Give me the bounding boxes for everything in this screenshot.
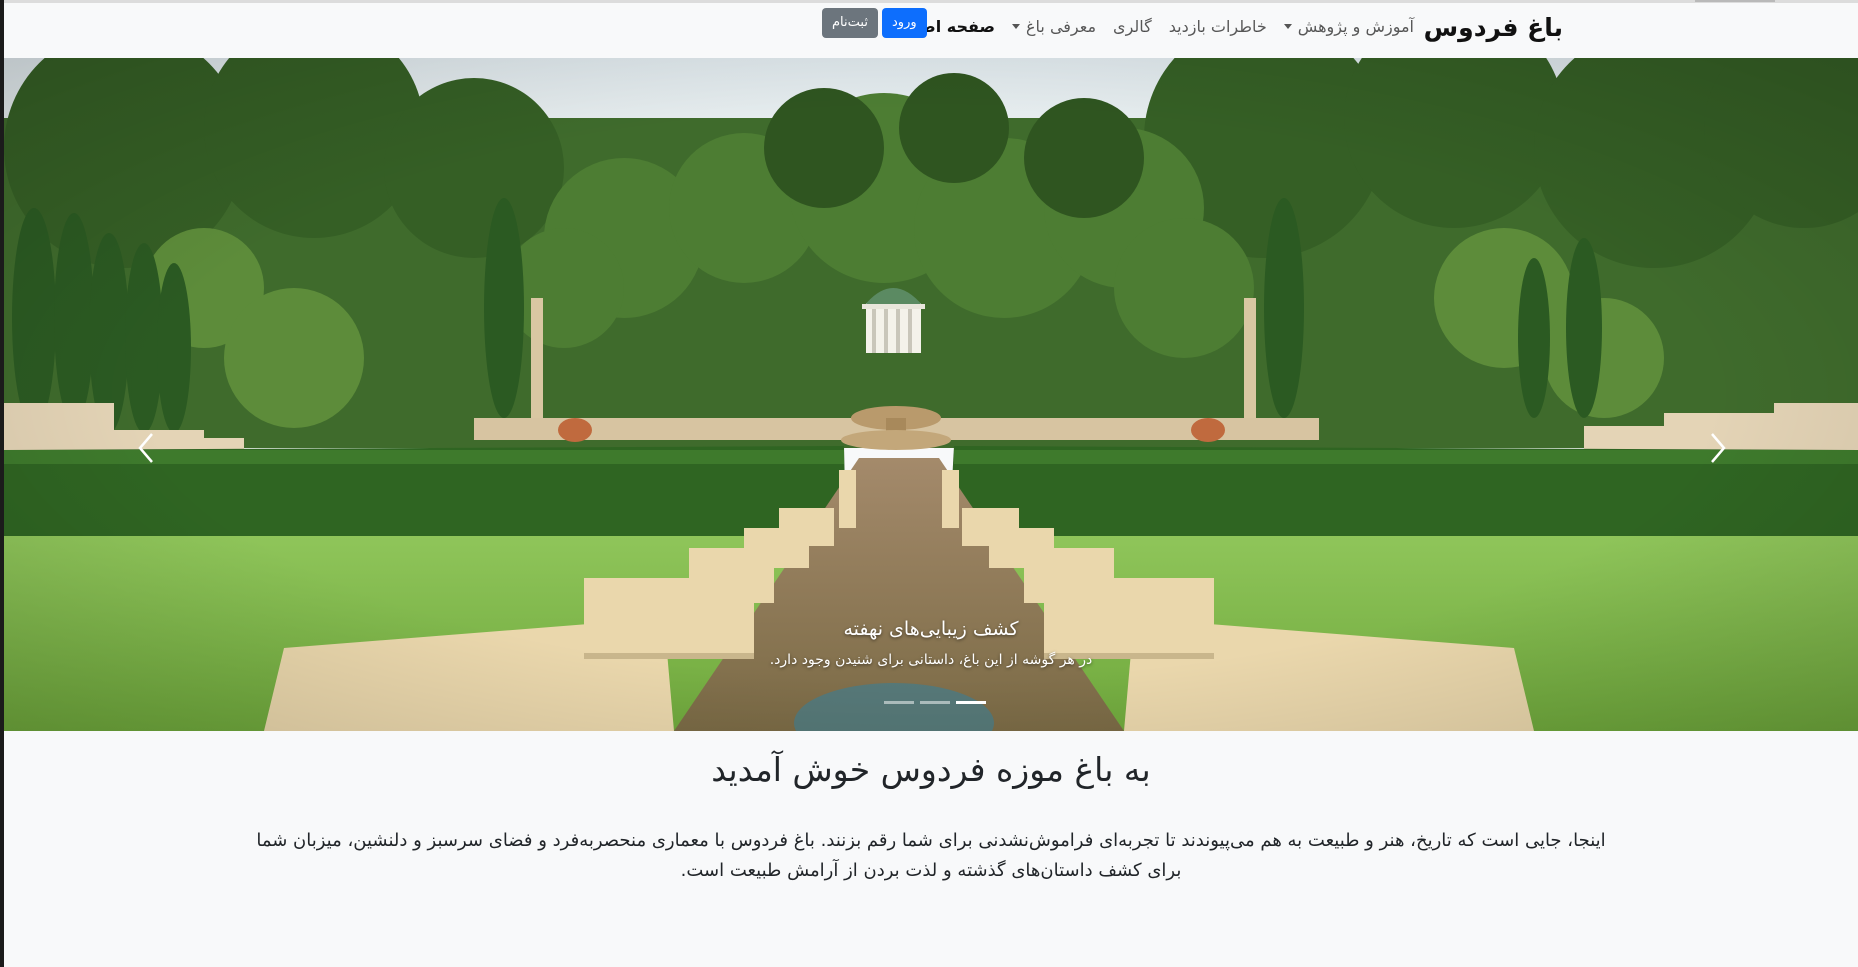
nav-item-about[interactable]: معرفی باغ: [1011, 17, 1097, 36]
carousel-caption-title: کشف زیبایی‌های نهفته: [843, 618, 1019, 640]
nav-item-label: خاطرات بازدید: [1168, 17, 1267, 36]
caret-down-icon: [1011, 24, 1020, 29]
welcome-text: اینجا، جایی است که تاریخ، هنر و طبیعت به…: [256, 830, 1606, 881]
nav-item-label: آموزش و پژوهش: [1297, 17, 1414, 36]
nav-item-label: معرفی باغ: [1025, 17, 1097, 36]
brand-logo[interactable]: باغ فردوس: [1424, 13, 1563, 42]
carousel-indicator-2[interactable]: [920, 701, 950, 704]
carousel-indicators: [881, 701, 989, 704]
carousel-next-button[interactable]: [1706, 428, 1730, 468]
scroll-indicator: [1695, 0, 1775, 2]
chevron-right-icon: [1711, 433, 1726, 463]
carousel-indicator-1[interactable]: [884, 701, 914, 704]
register-button[interactable]: ثبت‌نام: [822, 8, 878, 38]
nav-menu: صفحه اصلی معرفی باغ گالری خاطرات بازدید …: [881, 17, 1414, 36]
carousel-caption-text: در هر گوشه از این باغ، داستانی برای شنید…: [769, 652, 1093, 668]
carousel-prev-button[interactable]: [134, 428, 158, 468]
nav-item-gallery[interactable]: گالری: [1113, 17, 1152, 36]
welcome-title: به باغ موزه فردوس خوش آمدید: [711, 750, 1151, 789]
chevron-left-icon: [138, 433, 153, 463]
nav-item-memories[interactable]: خاطرات بازدید: [1169, 17, 1267, 36]
nav-item-label: گالری: [1113, 17, 1152, 36]
window-edge: [0, 0, 4, 967]
hero-carousel: کشف زیبایی‌های نهفته در هر گوشه از این ب…: [4, 58, 1858, 731]
login-button[interactable]: ورود: [882, 8, 927, 38]
carousel-indicator-3[interactable]: [956, 701, 986, 704]
caret-down-icon: [1283, 24, 1292, 29]
nav-item-education[interactable]: آموزش و پژوهش: [1283, 17, 1414, 36]
welcome-section: به باغ موزه فردوس خوش آمدید اینجا، جایی …: [4, 740, 1858, 886]
navbar: باغ فردوس صفحه اصلی معرفی باغ گالری خاطر…: [4, 3, 1858, 58]
